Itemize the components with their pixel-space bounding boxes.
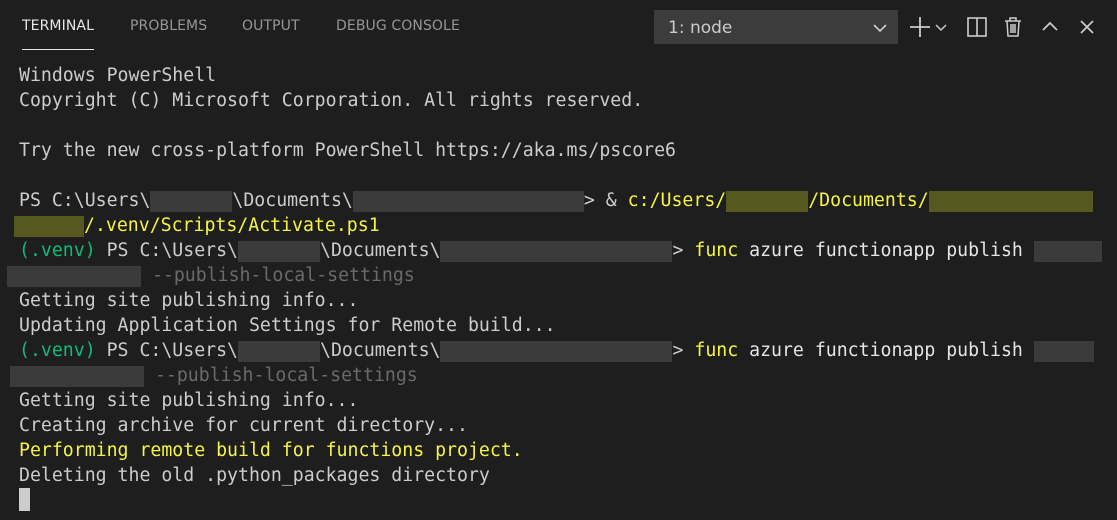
- redacted-block: [238, 340, 321, 362]
- panel-header: TERMINAL PROBLEMS OUTPUT DEBUG CONSOLE 1…: [0, 0, 1117, 56]
- terminal-line: Updating Application Settings for Remote…: [19, 313, 556, 338]
- redacted-block: [14, 215, 84, 237]
- line-text: > &: [583, 190, 628, 211]
- redacted-block: [238, 240, 321, 262]
- line-text: c:/Users/: [627, 190, 727, 211]
- line-text: azure functionapp publish: [738, 240, 1034, 261]
- redacted-block: [928, 190, 1093, 212]
- line-text: (.venv): [19, 240, 96, 261]
- line-text: Performing remote build for functions pr…: [19, 440, 523, 461]
- line-text: --publish-local-settings: [141, 265, 415, 286]
- line-text: Try the new cross-platform PowerShell ht…: [19, 140, 676, 161]
- new-terminal-button[interactable]: [907, 14, 933, 40]
- terminal-cursor: [19, 488, 30, 511]
- close-icon[interactable]: [1074, 14, 1100, 40]
- terminal-line: (.venv) PS C:\Users\ \Documents\ > func az…: [19, 338, 1094, 363]
- line-text: --publish-local-settings: [144, 365, 418, 386]
- line-text: (.venv): [19, 340, 96, 361]
- line-text: \Documents\: [320, 240, 441, 261]
- terminal-select-value: 1: node: [668, 18, 733, 38]
- terminal-output[interactable]: Windows PowerShell Copyright (C) Microso…: [0, 56, 1117, 520]
- line-text: /.venv/Scripts/Activate.ps1: [84, 215, 380, 236]
- line-text: func: [694, 240, 739, 261]
- terminal-line: Windows PowerShell: [19, 63, 216, 88]
- line-text: PS C:\Users\: [95, 240, 239, 261]
- tab-debug-console[interactable]: DEBUG CONSOLE: [336, 18, 460, 38]
- line-text: Getting site publishing info...: [19, 290, 359, 311]
- line-text: azure functionapp publish: [738, 340, 1034, 361]
- line-text: Windows PowerShell: [19, 65, 217, 86]
- terminal-line: Getting site publishing info...: [19, 288, 358, 313]
- line-text: \Documents\: [232, 190, 353, 211]
- line-text: Deleting the old .python_packages direct…: [19, 465, 490, 486]
- terminal-line: Deleting the old .python_packages direct…: [19, 463, 490, 488]
- chevron-down-icon[interactable]: [933, 14, 949, 40]
- redacted-block: [726, 190, 809, 212]
- redacted-block: [150, 190, 233, 212]
- terminal-line: Try the new cross-platform PowerShell ht…: [19, 138, 676, 163]
- terminal-select[interactable]: 1: node: [654, 10, 898, 44]
- line-text: \Documents\: [320, 340, 441, 361]
- redacted-block: [440, 240, 673, 262]
- trash-icon[interactable]: [1000, 14, 1026, 40]
- split-icon[interactable]: [964, 14, 990, 40]
- line-text: Updating Application Settings for Remote…: [19, 315, 556, 336]
- line-text: /Documents/: [808, 190, 929, 211]
- redacted-block: [1033, 340, 1094, 362]
- terminal-line: PS C:\Users\ \Documents\ > & c:/Users/ /Doc…: [19, 188, 1093, 213]
- redacted-block: [440, 340, 673, 362]
- line-text: func: [694, 340, 739, 361]
- terminal-line: --publish-local-settings: [10, 363, 418, 388]
- terminal-line: Copyright (C) Microsoft Corporation. All…: [19, 88, 643, 113]
- tab-problems[interactable]: PROBLEMS: [130, 18, 207, 38]
- redacted-block: [10, 365, 144, 387]
- terminal-line: Performing remote build for functions pr…: [19, 438, 523, 463]
- tab-terminal[interactable]: TERMINAL: [22, 18, 94, 50]
- terminal-line: /.venv/Scripts/Activate.ps1: [14, 213, 380, 238]
- line-text: PS C:\Users\: [95, 340, 239, 361]
- line-text: >: [672, 240, 695, 261]
- line-text: PS C:\Users\: [19, 190, 151, 211]
- redacted-block: [1033, 240, 1102, 262]
- terminal-line: --publish-local-settings: [7, 263, 415, 288]
- redacted-block: [7, 265, 141, 287]
- line-text: >: [672, 340, 695, 361]
- line-text: Creating archive for current directory..…: [19, 415, 468, 436]
- line-text: Getting site publishing info...: [19, 390, 359, 411]
- terminal-line: (.venv) PS C:\Users\ \Documents\ > func az…: [19, 238, 1102, 263]
- line-text: Copyright (C) Microsoft Corporation. All…: [19, 90, 644, 111]
- terminal-line: Getting site publishing info...: [19, 388, 358, 413]
- chevron-down-icon: [871, 19, 889, 37]
- redacted-block: [352, 190, 584, 212]
- chevron-up-icon[interactable]: [1037, 14, 1063, 40]
- tab-output[interactable]: OUTPUT: [242, 18, 300, 38]
- terminal-line: Creating archive for current directory..…: [19, 413, 468, 438]
